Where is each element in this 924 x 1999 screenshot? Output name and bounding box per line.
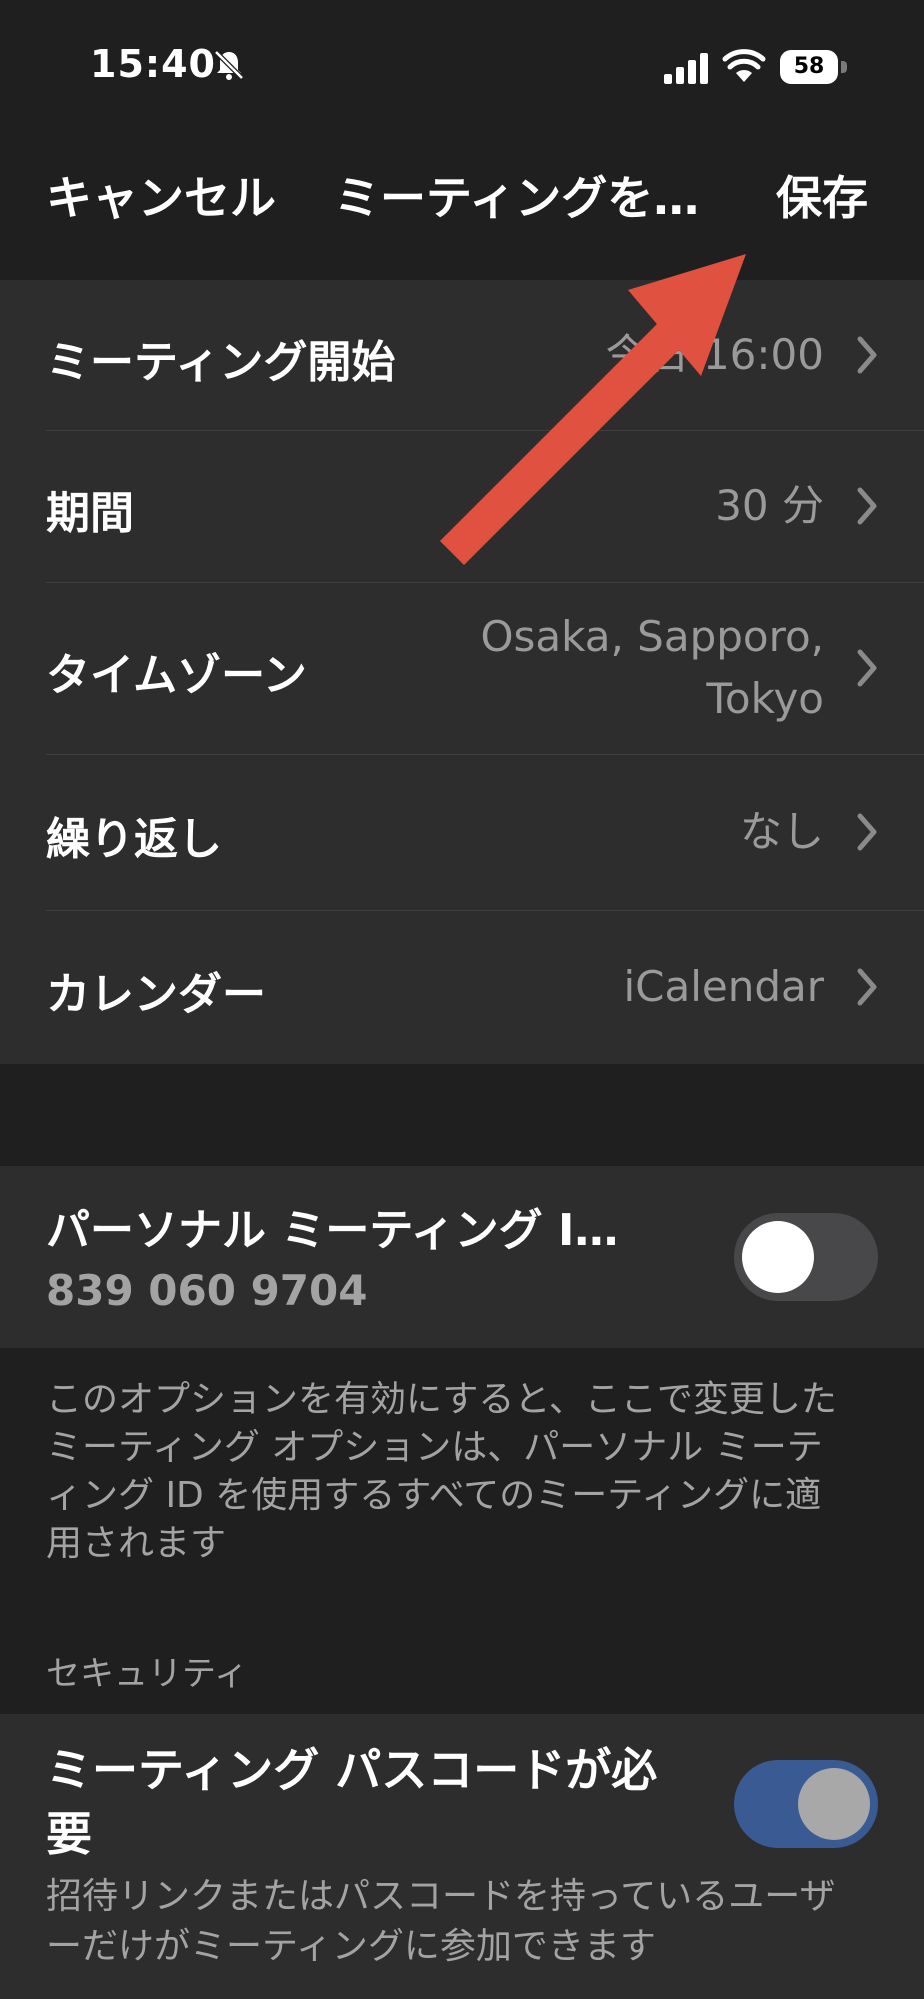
- navigation-bar: キャンセル ミーティングを… 保存: [0, 140, 924, 280]
- cellular-signal-icon: [664, 53, 708, 84]
- passcode-description: 招待リンクまたはパスコードを持っているユーザーだけがミーティングに参加できます: [46, 1876, 836, 1967]
- row-repeat[interactable]: 繰り返し なし: [0, 754, 924, 910]
- chevron-right-icon: [857, 649, 877, 687]
- pmi-id: 839 060 9704: [46, 1266, 368, 1315]
- battery-level: 58: [780, 50, 838, 84]
- chevron-right-icon: [857, 968, 877, 1006]
- passcode-toggle[interactable]: [734, 1760, 878, 1848]
- row-value: 30 分: [715, 481, 824, 530]
- passcode-required-label: ミーティング パスコードが必要: [46, 1743, 658, 1861]
- row-value: iCalendar: [623, 962, 824, 1011]
- save-button[interactable]: 保存: [776, 162, 868, 228]
- bell-slash-icon: [214, 50, 244, 80]
- row-duration[interactable]: 期間 30 分: [0, 430, 924, 582]
- row-label: 繰り返し: [46, 814, 222, 865]
- status-time: 15:40: [90, 42, 216, 86]
- pmi-note: このオプションを有効にすると、ここで変更したミーティング オプションは、パーソナ…: [46, 1379, 837, 1564]
- row-meeting-start[interactable]: ミーティング開始 今日 16:00: [0, 280, 924, 430]
- pmi-label: パーソナル ミーティング I…: [46, 1205, 619, 1256]
- row-value: 今日 16:00: [605, 330, 824, 379]
- row-value: Tokyo: [706, 674, 824, 723]
- cancel-button[interactable]: キャンセル: [46, 162, 276, 228]
- row-label: タイムゾーン: [46, 650, 307, 701]
- row-value: Osaka, Sapporo,: [480, 612, 824, 661]
- row-label: ミーティング開始: [46, 337, 396, 388]
- meeting-settings-group: ミーティング開始 今日 16:00 期間 30 分 タイムゾーン Osaka, …: [0, 280, 924, 1064]
- status-bar: 15:40 58: [0, 0, 924, 140]
- chevron-right-icon: [857, 336, 877, 374]
- row-calendar[interactable]: カレンダー iCalendar: [0, 910, 924, 1064]
- battery-icon: 58: [780, 50, 848, 86]
- row-label: 期間: [46, 488, 134, 539]
- row-timezone[interactable]: タイムゾーン Osaka, Sapporo, Tokyo: [0, 582, 924, 754]
- security-group: ミーティング パスコードが必要 招待リンクまたはパスコードを持っているユーザーだ…: [0, 1714, 924, 1999]
- row-value: なし: [739, 807, 824, 856]
- wifi-icon: [722, 49, 766, 82]
- pmi-group: パーソナル ミーティング I… 839 060 9704: [0, 1166, 924, 1348]
- chevron-right-icon: [857, 813, 877, 851]
- chevron-right-icon: [857, 487, 877, 525]
- toggle-knob: [742, 1221, 814, 1293]
- toggle-knob: [798, 1768, 870, 1840]
- row-label: カレンダー: [46, 969, 266, 1020]
- pmi-toggle[interactable]: [734, 1213, 878, 1301]
- security-section-header: セキュリティ: [46, 1654, 248, 1694]
- page-title: ミーティングを…: [334, 171, 700, 225]
